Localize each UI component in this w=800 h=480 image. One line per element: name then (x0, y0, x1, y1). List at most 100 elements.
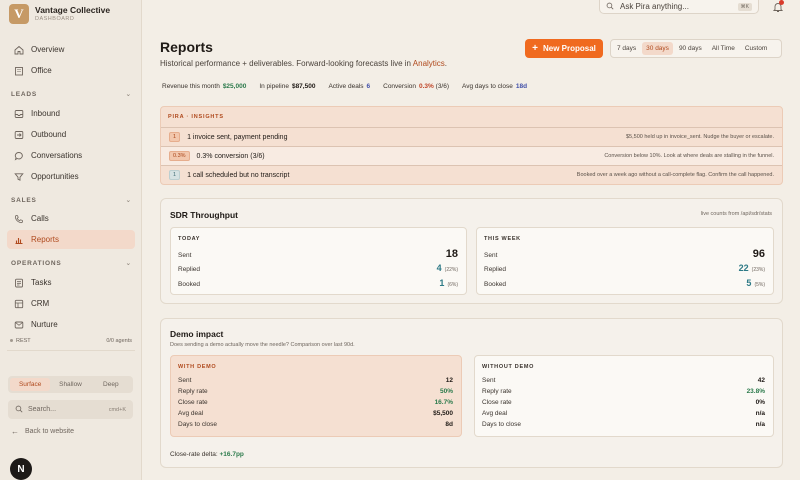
plus-icon: + (532, 43, 538, 54)
arrow-left-icon: ← (11, 427, 19, 436)
depth-option-deep[interactable]: Deep (91, 378, 131, 391)
metric-label: Reply rate (482, 388, 512, 395)
sidebar-item-label: Office (31, 66, 52, 75)
stat-active-deals: Active deals 6 (328, 83, 370, 90)
metric-value: 16.7% (434, 399, 453, 406)
metric-label: Avg deal (482, 410, 508, 417)
metric-pct: (5%) (754, 282, 765, 288)
metric-label: Avg deal (178, 410, 204, 417)
phone-icon (14, 214, 24, 224)
analytics-link[interactable]: Analytics (413, 59, 445, 68)
sidebar-item-label: Nurture (31, 320, 58, 329)
building-icon (14, 66, 24, 76)
metric-row: Booked 1 (6%) (178, 278, 458, 288)
ask-pira-input[interactable]: Ask Pira anything... ⌘K (599, 0, 759, 14)
with-demo-panel: WITH DEMO Sent 12 Reply rate 50% Close rat… (170, 355, 462, 437)
sidebar-item-label: Reports (31, 235, 60, 244)
close-rate-delta: Close-rate delta: +16.7pp (170, 451, 244, 458)
back-to-website-link[interactable]: ← Back to website (11, 427, 74, 436)
agent-count: 0/0 agents (106, 338, 132, 344)
avatar[interactable]: N (10, 458, 32, 480)
range-30-days[interactable]: 30 days (642, 42, 673, 55)
page-subtitle: Historical performance + deliverables. F… (160, 59, 447, 68)
metric-row: Days to close n/a (482, 421, 765, 428)
stat-extra: (3/6) (435, 83, 450, 90)
search-icon (15, 405, 23, 415)
sidebar-item-label: Calls (31, 214, 49, 223)
stat-label: Active deals (328, 83, 364, 90)
metric-label: Sent (178, 252, 192, 259)
metric-value: 23.8% (746, 388, 765, 395)
metric-value: 5 (746, 278, 752, 288)
metric-pct: (23%) (751, 267, 765, 273)
insight-badge: 0.3% (169, 151, 190, 161)
sidebar: V Vantage Collective DASHBOARD Overview … (0, 0, 142, 480)
section-label: LEADS (11, 90, 38, 98)
insight-badge: 1 (169, 132, 181, 142)
sidebar-item-nurture[interactable]: Nurture (7, 315, 135, 334)
section-operations[interactable]: OPERATIONS ⌄ (11, 259, 132, 268)
metric-row: Sent 42 (482, 377, 765, 384)
sidebar-search[interactable]: Search... cmd+K (8, 400, 133, 419)
sidebar-item-outbound[interactable]: Outbound (7, 125, 135, 144)
sidebar-item-calls[interactable]: Calls (7, 209, 135, 228)
depth-option-shallow[interactable]: Shallow (50, 378, 90, 391)
grid-icon (14, 299, 24, 309)
metric-value: 1 (439, 278, 445, 288)
sidebar-item-label: Overview (31, 45, 65, 54)
insights-title: PIRA · INSIGHTS (168, 114, 224, 120)
insight-row[interactable]: 0.3% 0.3% conversion (3/6) Conversion be… (161, 146, 782, 165)
sidebar-item-conversations[interactable]: Conversations (7, 146, 135, 165)
list-icon (14, 278, 24, 288)
stat-avg-days: Avg days to close 18d (462, 83, 527, 90)
metric-label: Sent (484, 252, 498, 259)
depth-option-surface[interactable]: Surface (10, 378, 51, 391)
section-label: SALES (11, 196, 37, 204)
chevron-down-icon: ⌄ (125, 91, 132, 98)
metric-label: Replied (178, 266, 201, 273)
sidebar-item-office[interactable]: Office (7, 61, 135, 80)
brand-logo: V (9, 4, 29, 24)
sidebar-item-reports[interactable]: Reports (7, 230, 135, 249)
metric-row: Avg deal $5,500 (178, 410, 453, 417)
metric-value: 50% (439, 388, 453, 395)
new-proposal-label: New Proposal (542, 44, 596, 53)
metric-value: 42 (757, 377, 765, 384)
insight-row[interactable]: 1 1 call scheduled but no transcript Boo… (161, 165, 782, 184)
chevron-down-icon: ⌄ (125, 260, 132, 267)
range-all-time[interactable]: All Time (708, 42, 739, 55)
range-custom[interactable]: Custom (741, 42, 771, 55)
delta-label: Close-rate delta: (170, 451, 218, 458)
section-leads[interactable]: LEADS ⌄ (11, 90, 132, 99)
sidebar-item-opportunities[interactable]: Opportunities (7, 167, 135, 186)
sidebar-item-label: Outbound (31, 130, 67, 139)
brand-subtitle: DASHBOARD (35, 16, 75, 22)
home-icon (14, 45, 24, 55)
mail-icon (14, 320, 24, 330)
sidebar-item-crm[interactable]: CRM (7, 294, 135, 313)
brand[interactable]: V Vantage Collective DASHBOARD (9, 4, 110, 24)
range-90-days[interactable]: 90 days (675, 42, 706, 55)
sidebar-item-tasks[interactable]: Tasks (7, 273, 135, 292)
metric-label: Sent (178, 377, 192, 384)
metric-value: 96 (752, 248, 765, 260)
panel-heading: WITHOUT DEMO (482, 364, 535, 370)
card-hint: Does sending a demo actually move the ne… (170, 342, 355, 348)
range-7-days[interactable]: 7 days (613, 42, 640, 55)
new-proposal-button[interactable]: + New Proposal (525, 39, 603, 58)
metric-value: 8d (445, 421, 453, 428)
insight-text: 1 invoice sent, payment pending (187, 133, 288, 141)
metric-label: Days to close (482, 421, 522, 428)
metric-row: Close rate 16.7% (178, 399, 453, 406)
insight-row[interactable]: 1 1 invoice sent, payment pending $5,500… (161, 127, 782, 146)
section-sales[interactable]: SALES ⌄ (11, 196, 132, 205)
metric-label: Booked (178, 281, 201, 288)
card-hint: live counts from /api/sdr/stats (700, 211, 772, 217)
ask-placeholder: Ask Pira anything... (620, 2, 689, 11)
metric-value: 22 (738, 263, 749, 273)
sidebar-item-overview[interactable]: Overview (7, 40, 135, 59)
metric-value: n/a (755, 421, 765, 428)
sidebar-item-inbound[interactable]: Inbound (7, 104, 135, 123)
insight-note: $5,500 held up in invoice_sent. Nudge th… (626, 134, 774, 140)
agent-status: REST 0/0 agents (10, 338, 132, 344)
